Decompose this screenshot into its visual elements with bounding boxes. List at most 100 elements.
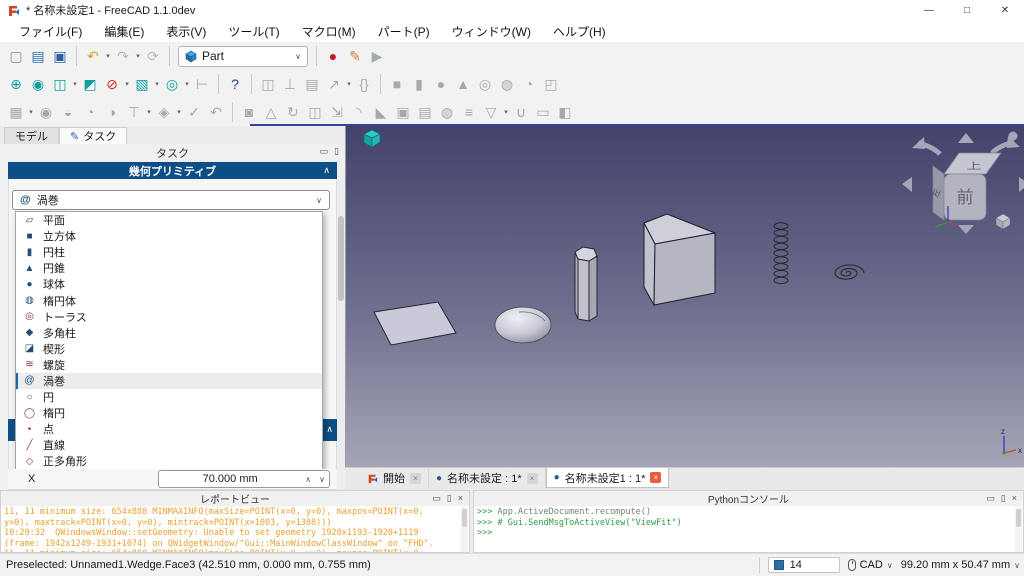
new-document-button[interactable]: ▢ — [5, 45, 27, 67]
dropdown-chevron-icon[interactable]: ▾ — [104, 52, 112, 60]
expression-button[interactable]: {} — [353, 73, 375, 95]
zoom-tools-button[interactable]: ◎ — [161, 73, 183, 95]
shape-prism[interactable] — [575, 247, 597, 321]
macro-play-button[interactable]: ▶ — [366, 45, 388, 67]
redo-button[interactable]: ↷ — [112, 45, 134, 67]
measure-button[interactable]: ⊢ — [191, 73, 213, 95]
dock-icon[interactable]: ▭ — [432, 493, 441, 504]
shape-builder-button[interactable]: ◰ — [540, 73, 562, 95]
boolean-section-button[interactable]: ◑ — [101, 101, 123, 123]
nav-cube-front-label[interactable]: 前 — [957, 188, 974, 207]
boolean-cut-button[interactable]: ◔ — [79, 101, 101, 123]
panel-tab-task[interactable]: ✎タスク — [59, 127, 127, 144]
viewport-dimensions[interactable]: 99.20 mm x 50.47 mm ∨ — [901, 559, 1020, 571]
mdi-tab-start[interactable]: 開始× — [360, 468, 429, 488]
split-slice-button[interactable]: ◈ — [153, 101, 175, 123]
primitive-option-ellipsoid[interactable]: ◍楕円体 — [16, 292, 322, 308]
cross-sections-button[interactable]: ≡ — [458, 101, 480, 123]
primitive-option-plane[interactable]: ▱平面 — [16, 212, 322, 228]
thickness-button[interactable]: ◍ — [436, 101, 458, 123]
dropdown-chevron-icon[interactable]: ▾ — [153, 80, 161, 88]
boolean-common-button[interactable]: ◒ — [57, 101, 79, 123]
dock-icon[interactable]: ▭ — [320, 146, 329, 157]
coordinate-system-button[interactable]: ⊥ — [279, 73, 301, 95]
section-header-primitives[interactable]: 幾何プリミティブ ∧ — [8, 162, 337, 179]
mdi-tab-doc1[interactable]: ●名称未設定 : 1*× — [429, 468, 546, 488]
primitive-box-button[interactable]: ■ — [386, 73, 408, 95]
primitive-cone-button[interactable]: ▲ — [452, 73, 474, 95]
isometric-view-button[interactable]: ◫ — [49, 73, 71, 95]
close-button[interactable]: ✕ — [986, 0, 1024, 20]
panel-tab-model[interactable]: モデル — [4, 127, 59, 144]
primitive-option-sphere[interactable]: ●球体 — [16, 276, 322, 292]
dropdown-chevron-icon[interactable]: ▾ — [175, 108, 183, 116]
menu-tools[interactable]: ツール(T) — [217, 21, 290, 42]
primitive-option-point[interactable]: •点 — [16, 421, 322, 437]
extrude-button[interactable]: △ — [260, 101, 282, 123]
menu-file[interactable]: ファイル(F) — [8, 21, 93, 42]
create-part-button[interactable]: ◫ — [257, 73, 279, 95]
check-geometry-button[interactable]: ✓ — [183, 101, 205, 123]
navigation-style-selector[interactable]: CAD ∨ — [848, 559, 893, 571]
shape-builder-adv-button[interactable]: ◧ — [554, 101, 576, 123]
save-document-button[interactable]: ▣ — [49, 45, 71, 67]
nav-cube-top-label[interactable]: 上 — [966, 161, 981, 171]
primitive-option-cone[interactable]: ▲円錐 — [16, 260, 322, 276]
primitive-sphere-button[interactable]: ● — [430, 73, 452, 95]
menu-view[interactable]: 表示(V) — [155, 21, 217, 42]
ruled-surface-button[interactable]: ▭ — [532, 101, 554, 123]
dropdown-chevron-icon[interactable]: ▾ — [134, 52, 142, 60]
dropdown-chevron-icon[interactable]: ▾ — [71, 80, 79, 88]
primitive-tube-button[interactable]: ◍ — [496, 73, 518, 95]
primitive-option-circle[interactable]: ○円 — [16, 389, 322, 405]
nav-arrow-down-icon[interactable] — [958, 225, 974, 234]
group-button[interactable]: ▤ — [301, 73, 323, 95]
dropdown-chevron-icon[interactable]: ▾ — [145, 108, 153, 116]
primitive-option-line[interactable]: ╱直線 — [16, 437, 322, 453]
zoom-selection-button[interactable]: ◉ — [27, 73, 49, 95]
offset-button[interactable]: ▣ — [392, 101, 414, 123]
3d-viewport-canvas[interactable]: 前 上 左 z x — [346, 126, 1024, 467]
menu-part[interactable]: パート(P) — [367, 21, 441, 42]
python-console-scrollbar[interactable] — [1015, 507, 1022, 552]
chamfer-button[interactable]: ◣ — [370, 101, 392, 123]
nav-dot-icon[interactable] — [1009, 132, 1018, 141]
dropdown-chevron-icon[interactable]: ▾ — [123, 80, 131, 88]
shape-ellipsoid[interactable] — [495, 307, 551, 343]
dropdown-chevron-icon[interactable]: ▾ — [27, 108, 35, 116]
primitive-option-regular-polygon[interactable]: ◇正多角形 — [16, 453, 322, 469]
close-icon[interactable]: × — [458, 493, 463, 504]
draw-style-button[interactable]: ⊘ — [101, 73, 123, 95]
dock-icon[interactable]: ▭ — [986, 493, 995, 504]
make-face-button[interactable]: ◙ — [238, 101, 260, 123]
float-icon[interactable]: ▯ — [447, 493, 452, 504]
primitive-option-ellipse[interactable]: ◯楕円 — [16, 405, 322, 421]
fillet-button[interactable]: ◝ — [348, 101, 370, 123]
join-connect-button[interactable]: ⊤ — [123, 101, 145, 123]
primitive-option-box[interactable]: ■立方体 — [16, 228, 322, 244]
scale-button[interactable]: ⇲ — [326, 101, 348, 123]
nav-arrow-right-icon[interactable] — [1019, 177, 1024, 192]
spin-down-icon[interactable]: ∨ — [315, 475, 329, 484]
fit-all-button[interactable]: ⊕ — [5, 73, 27, 95]
compound-button[interactable]: ▦ — [5, 101, 27, 123]
shape-spiral[interactable] — [835, 265, 864, 279]
whats-this-button[interactable]: ? — [224, 73, 246, 95]
boolean-fuse-button[interactable]: ◉ — [35, 101, 57, 123]
decimals-field[interactable]: 14 — [768, 557, 840, 573]
mirror-button[interactable]: ◫ — [304, 101, 326, 123]
primitive-option-wedge[interactable]: ◪楔形 — [16, 341, 322, 357]
report-view-scrollbar[interactable] — [461, 507, 468, 552]
dropdown-chevron-icon[interactable]: ▾ — [502, 108, 510, 116]
sync-view-button[interactable]: ◩ — [79, 73, 101, 95]
close-icon[interactable]: × — [650, 472, 661, 483]
navigation-cube[interactable]: 前 上 左 — [902, 132, 1024, 235]
dropdown-chevron-icon[interactable]: ▾ — [183, 80, 191, 88]
shape-plane[interactable] — [374, 302, 456, 345]
primitive-shapes-button[interactable]: ◔ — [518, 73, 540, 95]
panel-scrollbar[interactable] — [337, 179, 345, 490]
primitive-torus-button[interactable]: ◎ — [474, 73, 496, 95]
offset-2d-button[interactable]: ▤ — [414, 101, 436, 123]
python-console-input[interactable]: >>> App.ActiveDocument.recompute()>>> # … — [474, 506, 1023, 552]
dropdown-chevron-icon[interactable]: ▾ — [345, 80, 353, 88]
